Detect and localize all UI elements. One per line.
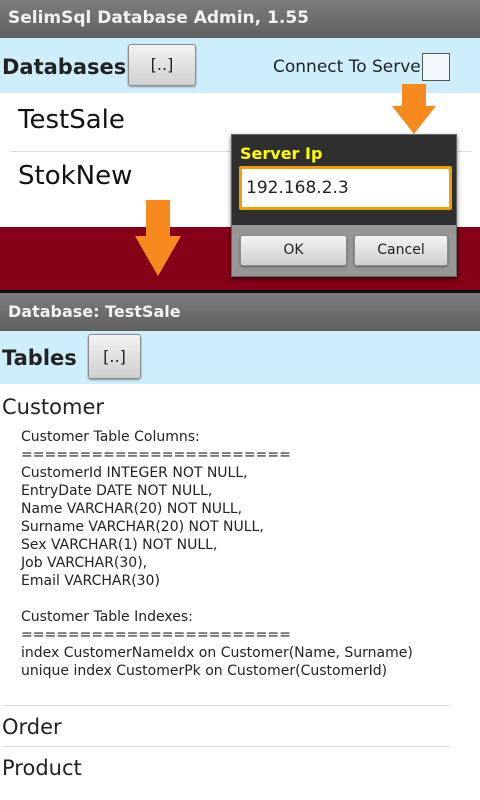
databases-up-button[interactable]: [..] (128, 44, 196, 86)
tables-heading: Tables (2, 346, 77, 370)
dialog-title: Server Ip (240, 144, 323, 163)
connect-to-server-label: Connect To Server (273, 57, 428, 77)
table-item-product[interactable]: Product (2, 756, 82, 780)
ok-button[interactable]: OK (240, 235, 347, 266)
dialog-button-bar: OK Cancel (232, 225, 456, 276)
database-title: Database: TestSale (8, 302, 181, 321)
database-item-stoknew[interactable]: StokNew (18, 161, 132, 191)
connect-to-server-checkbox[interactable] (422, 53, 450, 81)
tables-up-button[interactable]: [..] (88, 334, 141, 379)
list-divider (2, 705, 450, 706)
database-title-bar: Database: TestSale (0, 293, 480, 331)
app-title: SelimSql Database Admin, 1.55 (8, 8, 309, 28)
databases-heading: Databases (2, 55, 127, 79)
arrow-head-icon (392, 106, 436, 134)
server-ip-input[interactable]: 192.168.2.3 (239, 166, 452, 210)
database-item-testsale[interactable]: TestSale (18, 105, 125, 135)
arrow-head-icon (135, 236, 181, 276)
customer-table-details: Customer Table Columns: ================… (21, 429, 413, 679)
app-title-bar: SelimSql Database Admin, 1.55 (0, 0, 480, 38)
cancel-button[interactable]: Cancel (354, 235, 448, 266)
list-divider (2, 746, 450, 747)
arrow-down-icon (146, 200, 170, 238)
server-ip-dialog: Server Ip 192.168.2.3 OK Cancel (231, 134, 457, 277)
arrow-down-icon (402, 84, 426, 106)
table-item-order[interactable]: Order (2, 715, 62, 739)
table-item-customer[interactable]: Customer (2, 395, 104, 419)
